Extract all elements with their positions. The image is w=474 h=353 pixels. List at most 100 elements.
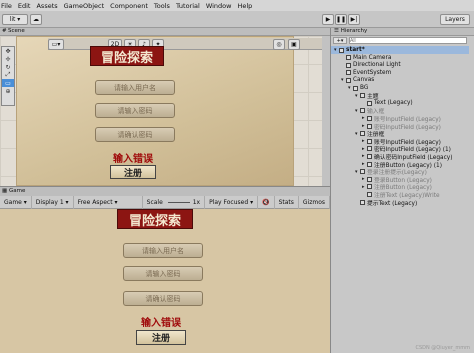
game-toolbar: Game ▾ Display 1 ▾ Free Aspect ▾ Scale 1… xyxy=(0,195,330,209)
hierarchy-search-input[interactable] xyxy=(349,37,467,44)
stats-label: Stats xyxy=(278,198,294,206)
gameobject-icon xyxy=(360,93,365,99)
watermark: CSDN @Qiuyer_mmm xyxy=(415,345,470,351)
gameobject-icon xyxy=(367,115,372,121)
gameobject-icon xyxy=(346,77,351,83)
gameobject-icon xyxy=(360,199,365,205)
aspect-dropdown[interactable]: Free Aspect ▾ xyxy=(74,195,143,209)
hierarchy-tab[interactable]: ☰ Hierarchy xyxy=(331,28,474,36)
gameobject-icon xyxy=(367,138,372,144)
menu-edit[interactable]: Edit xyxy=(18,2,31,10)
scale-value: 1x xyxy=(192,198,201,206)
hierarchy-item-label: Text (Legacy) xyxy=(374,100,413,107)
account-label: lit xyxy=(9,16,16,23)
scale-label: Scale xyxy=(146,198,163,206)
menu-tutorial[interactable]: Tutorial xyxy=(176,2,200,10)
hierarchy-item-label: EventSystem xyxy=(353,69,392,76)
gizmos-button[interactable]: Gizmos xyxy=(299,195,330,209)
hierarchy-item-label: Main Camera xyxy=(353,54,392,61)
scale-slider[interactable]: Scale 1x xyxy=(143,195,206,209)
menu-assets[interactable]: Assets xyxy=(36,2,57,10)
hierarchy-add-button[interactable]: +▾ xyxy=(333,37,347,44)
tab-game[interactable]: Game xyxy=(9,188,25,194)
gameobject-icon xyxy=(367,146,372,152)
game-error-text: 输入错误 xyxy=(141,318,181,329)
layers-dropdown[interactable]: Layers xyxy=(440,14,470,25)
gameobject-icon xyxy=(346,55,351,61)
game-tab-bar: ▦ Game xyxy=(0,186,330,196)
gizmo-icon[interactable]: ◎ xyxy=(273,39,285,50)
camera-icon[interactable]: ▣ xyxy=(288,39,300,50)
menu-gameobject[interactable]: GameObject xyxy=(64,2,105,10)
aspect-label: Free Aspect xyxy=(77,198,113,206)
hierarchy-item-label: Canvas xyxy=(353,77,375,84)
gameobject-icon xyxy=(367,191,372,197)
rotate-tool-icon[interactable]: ↻ xyxy=(2,63,14,71)
game-register-button[interactable]: 注册 xyxy=(136,330,186,345)
game-icon: ▦ xyxy=(2,188,8,194)
scene-draw-mode[interactable]: ▭▾ xyxy=(48,39,64,50)
game-mode-dropdown[interactable]: Game ▾ xyxy=(0,195,32,209)
hierarchy-panel: ☰ Hierarchy +▾ ▾start*Main CameraDirecti… xyxy=(330,28,474,353)
gameobject-icon xyxy=(367,123,372,129)
scene-icon: # xyxy=(2,28,7,34)
scene-title: 冒险探索 xyxy=(90,46,164,66)
gameobject-icon xyxy=(367,153,372,159)
scene-register-button[interactable]: 注册 xyxy=(110,165,156,179)
menu-bar: File Edit Assets GameObject Component Tools Tu… xyxy=(0,0,474,11)
scene-tool-palette: ✥ ✢ ↻ ⤢ ▭ ⊕ xyxy=(1,46,15,106)
mute-icon[interactable]: 🔇 xyxy=(258,195,275,209)
play-focused-dropdown[interactable]: Play Focused ▾ xyxy=(205,195,259,209)
play-icon[interactable]: ▶ xyxy=(322,14,334,25)
menu-tools[interactable]: Tools xyxy=(154,2,170,10)
tab-scene[interactable]: Scene xyxy=(8,28,25,34)
gameobject-icon xyxy=(367,100,372,106)
game-view[interactable]: 冒险探索 请输入用户名 请输入密码 请确认密码 输入错误 注册 xyxy=(0,209,330,353)
gameobject-icon xyxy=(360,169,365,175)
gameobject-icon xyxy=(367,176,372,182)
scene-error-text: 输入错误 xyxy=(113,154,153,165)
game-confirm-field[interactable]: 请确认密码 xyxy=(123,291,203,306)
gameobject-icon xyxy=(346,62,351,68)
gameobject-icon xyxy=(353,85,358,91)
scene-tab-bar: # Scene xyxy=(0,28,330,36)
display-label: Display 1 xyxy=(35,198,64,206)
main-toolbar: lit ▾ ☁ ▶ ❚❚ ▶| Layers xyxy=(0,11,474,28)
menu-file[interactable]: File xyxy=(1,2,12,10)
scene-view[interactable]: ▭▾ 2D ☀ ♪ ✦ ◎ ▣ 冒险探索 请输入用户名 请输入密码 请确认密码 … xyxy=(0,36,322,186)
game-title: 冒险探索 xyxy=(117,209,193,229)
layers-label: Layers xyxy=(445,16,465,23)
transform-tool-icon[interactable]: ⊕ xyxy=(2,87,14,95)
scene-confirm-field[interactable]: 请确认密码 xyxy=(95,127,175,142)
stats-button[interactable]: Stats xyxy=(275,195,299,209)
hierarchy-item-label: BG xyxy=(360,85,369,91)
cloud-icon[interactable]: ☁ xyxy=(30,14,42,25)
hierarchy-item-label: start* xyxy=(346,47,365,53)
gameobject-icon xyxy=(360,108,365,114)
hierarchy-item-label: 提示Text (Legacy) xyxy=(367,200,418,207)
game-mode-label: Game xyxy=(4,198,22,206)
account-dropdown[interactable]: lit ▾ xyxy=(2,14,28,25)
step-icon[interactable]: ▶| xyxy=(348,14,360,25)
rect-tool-icon[interactable]: ▭ xyxy=(2,79,14,87)
display-dropdown[interactable]: Display 1 ▾ xyxy=(32,195,74,209)
gameobject-icon xyxy=(367,161,372,167)
hierarchy-item[interactable]: 提示Text (Legacy) xyxy=(355,198,418,207)
scene-username-field[interactable]: 请输入用户名 xyxy=(95,80,175,95)
gameobject-icon xyxy=(346,70,351,76)
menu-help[interactable]: Help xyxy=(237,2,252,10)
gizmos-label: Gizmos xyxy=(302,198,325,206)
scale-tool-icon[interactable]: ⤢ xyxy=(2,71,14,79)
hierarchy-tab-label: Hierarchy xyxy=(340,28,368,34)
scene-password-field[interactable]: 请输入密码 xyxy=(95,103,175,118)
gameobject-icon xyxy=(367,184,372,190)
hand-tool-icon[interactable]: ✥ xyxy=(2,47,14,55)
gameobject-icon xyxy=(360,131,365,137)
pause-icon[interactable]: ❚❚ xyxy=(335,14,347,25)
menu-component[interactable]: Component xyxy=(110,2,148,10)
menu-window[interactable]: Window xyxy=(206,2,232,10)
move-tool-icon[interactable]: ✢ xyxy=(2,55,14,63)
game-username-field[interactable]: 请输入用户名 xyxy=(123,243,203,258)
hierarchy-item-label: Directional Light xyxy=(353,62,401,69)
game-password-field[interactable]: 请输入密码 xyxy=(123,266,203,281)
